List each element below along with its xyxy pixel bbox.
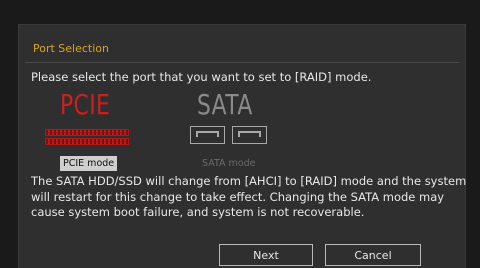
pcie-slot-line-icon: [45, 129, 129, 136]
warning-text: The SATA HDD/SSD will change from [AHCI]…: [31, 174, 467, 219]
pcie-slot-line-icon: [45, 138, 129, 145]
title-divider: [25, 62, 459, 63]
sata-mode-option[interactable]: SATA mode: [199, 156, 259, 171]
pcie-option-title[interactable]: PCIE: [60, 91, 110, 119]
sata-port-connector-icon: [196, 131, 219, 137]
dialog-title: Port Selection: [33, 42, 109, 55]
sata-port-connector-icon: [238, 131, 261, 137]
pcie-slot-icon[interactable]: [45, 126, 129, 148]
port-selection-dialog: Port Selection Please select the port th…: [18, 24, 466, 268]
sata-option-title[interactable]: SATA: [197, 91, 253, 119]
sata-port-icon[interactable]: [190, 126, 225, 144]
next-button[interactable]: Next: [219, 244, 313, 266]
sata-port-icon[interactable]: [232, 126, 267, 144]
cancel-button[interactable]: Cancel: [325, 244, 421, 266]
pcie-mode-option[interactable]: PCIE mode: [60, 156, 118, 171]
prompt-text: Please select the port that you want to …: [31, 70, 372, 84]
screen: Port Selection Please select the port th…: [0, 0, 480, 268]
